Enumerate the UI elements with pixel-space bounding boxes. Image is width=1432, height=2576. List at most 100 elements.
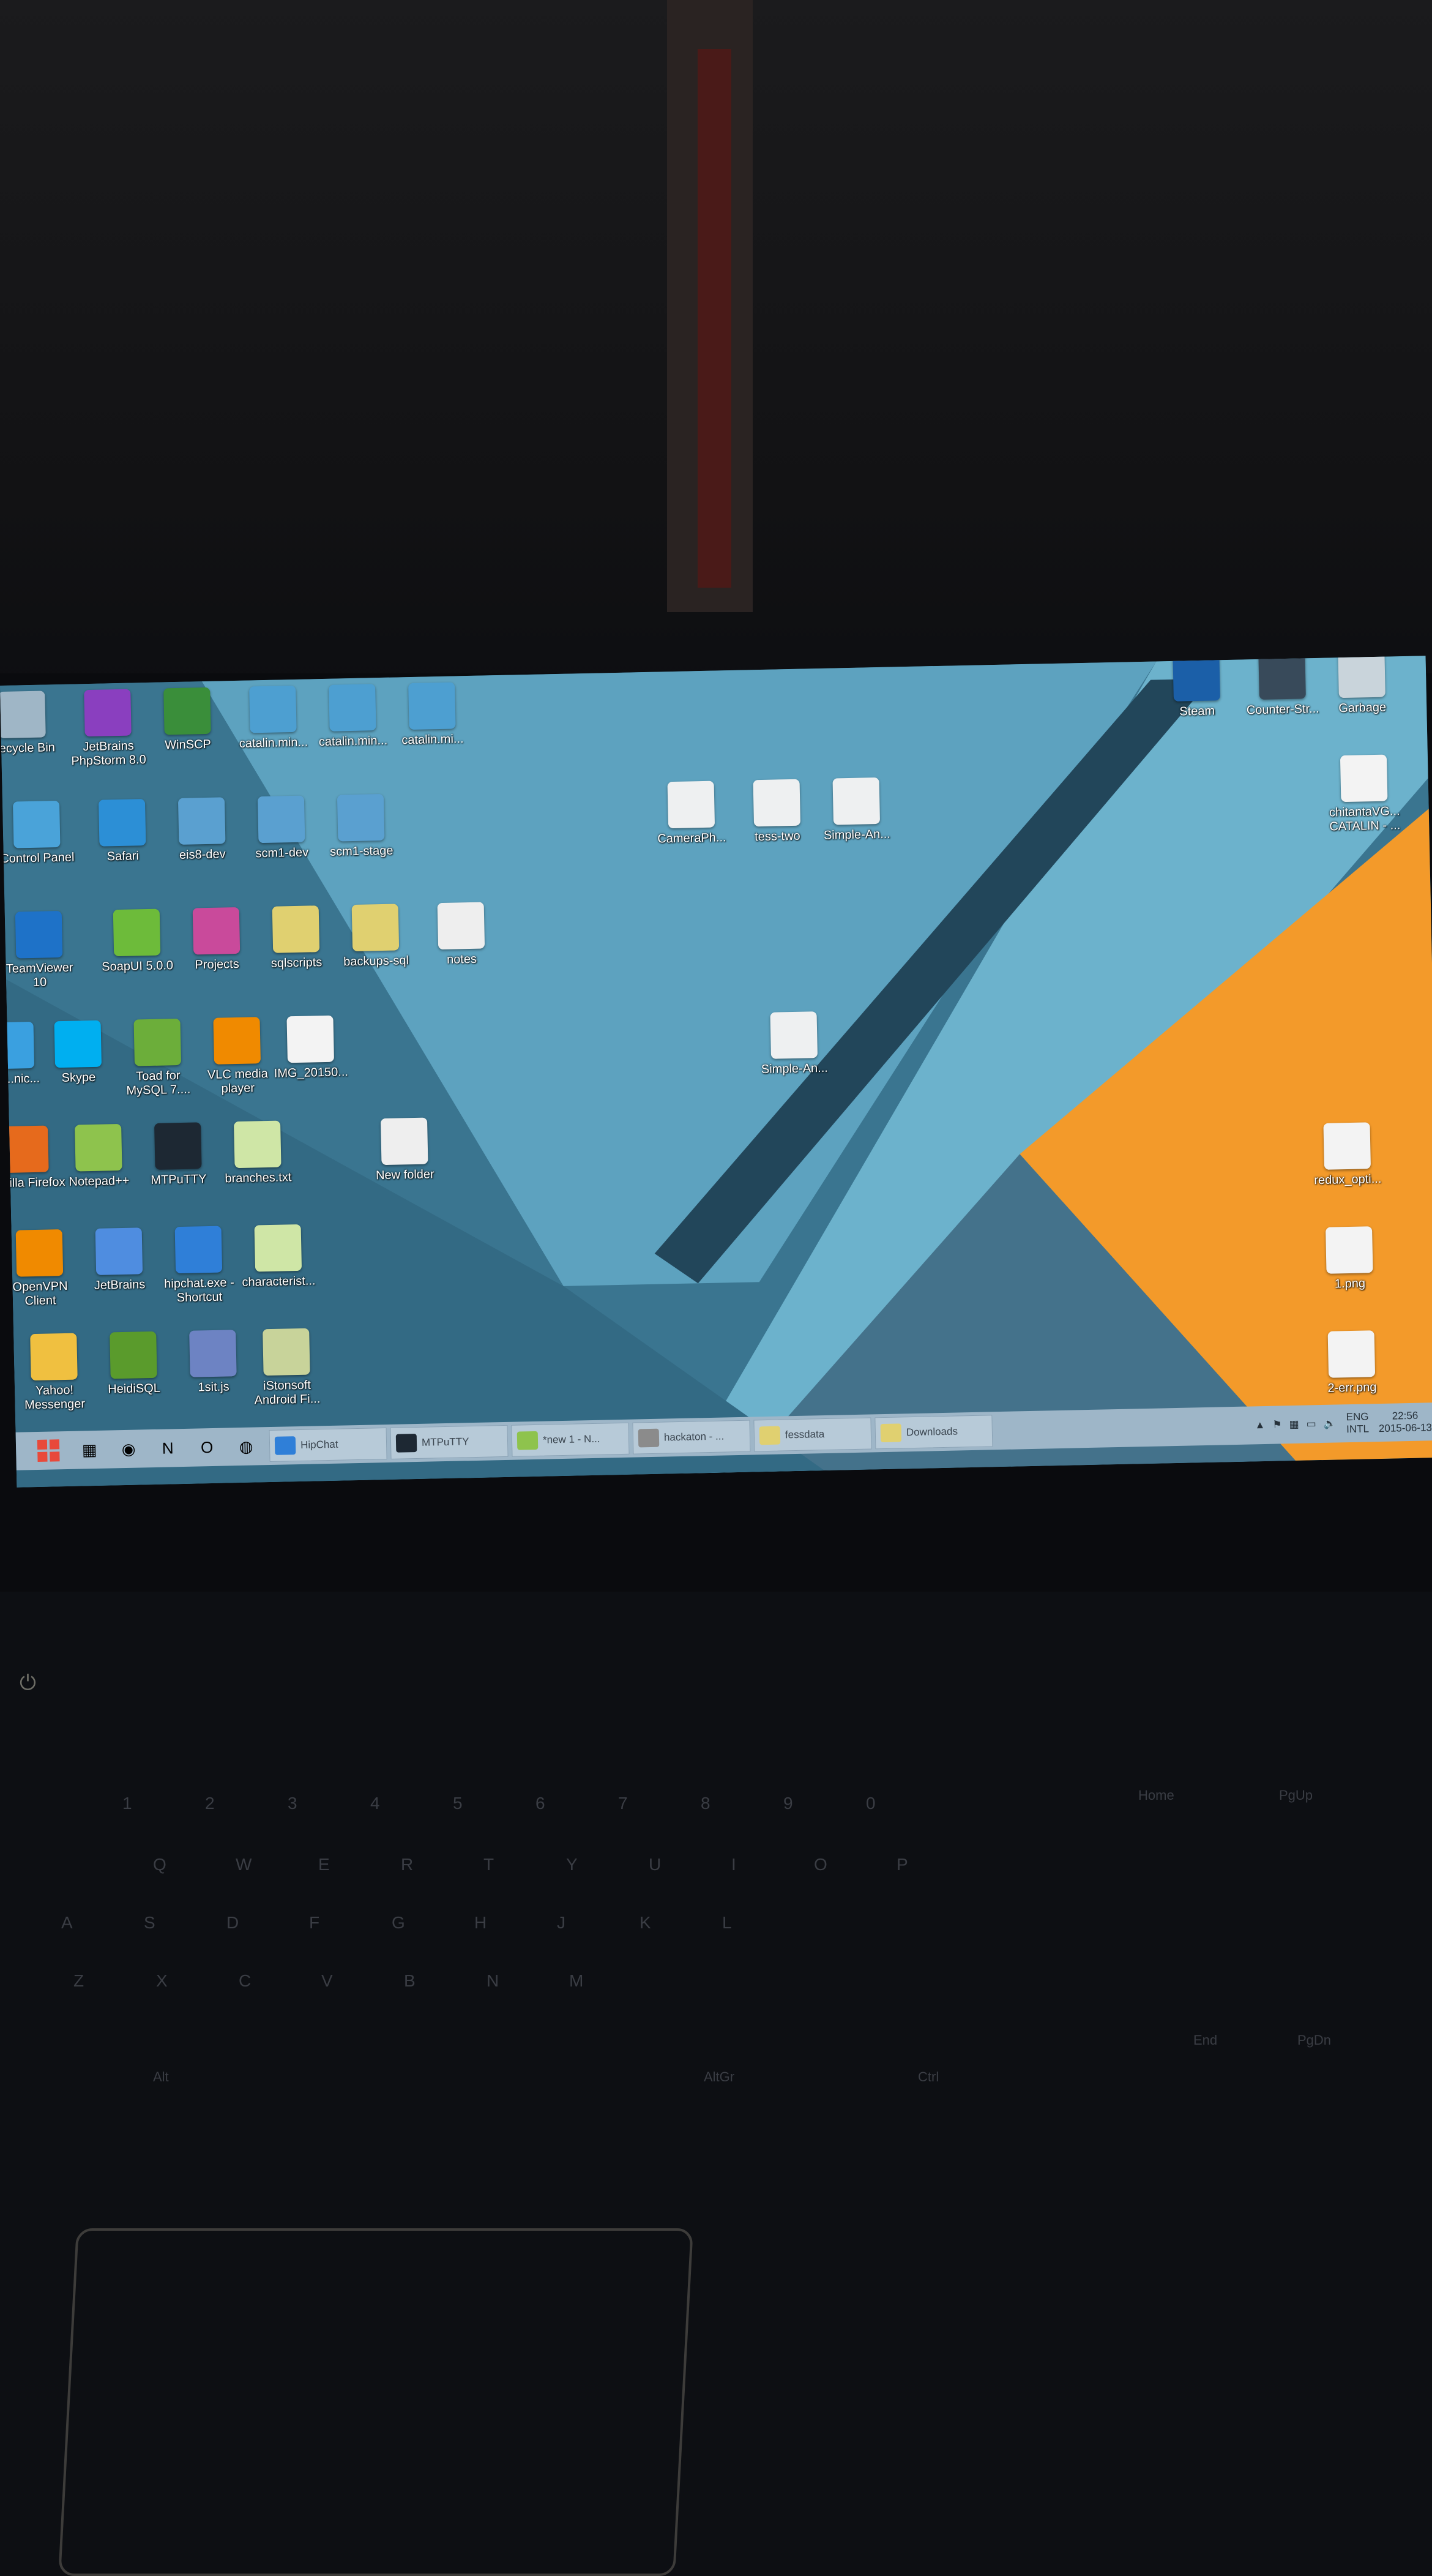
desktop-icon[interactable]: CameraPh...: [651, 781, 732, 847]
desktop-icon[interactable]: Simple-An...: [753, 1011, 834, 1077]
desktop-screen: Recycle Bin JetBrains PhpStorm 8.0 WinSCP c…: [0, 656, 1432, 1488]
task-app-icon: [274, 1436, 296, 1455]
desktop-icon[interactable]: Recycle Bin: [0, 691, 62, 757]
desktop-icon[interactable]: Simple-An...: [816, 777, 897, 843]
desktop-icon[interactable]: catalin.mi...: [392, 682, 472, 748]
desktop-icon[interactable]: Garbage: [1321, 656, 1402, 716]
keyboard-key: Y: [566, 1855, 578, 1874]
onenote-icon[interactable]: N: [148, 1432, 188, 1464]
battery-icon[interactable]: ▭: [1306, 1418, 1316, 1430]
desktop-icon-label: notes: [446, 952, 477, 967]
volume-icon[interactable]: 🔈: [1324, 1418, 1337, 1430]
desktop-icon[interactable]: redux_opti...: [1307, 1122, 1387, 1188]
desktop-icon[interactable]: backups-sql: [335, 904, 416, 970]
desktop-icon[interactable]: 1.png: [1309, 1226, 1390, 1292]
keyboard-key: A: [61, 1913, 73, 1932]
room-background: [0, 0, 1432, 704]
desktop-icon-label: backups-sql: [343, 954, 409, 969]
keyboard-key: W: [236, 1855, 252, 1874]
tray-expand-icon[interactable]: ▲: [1255, 1419, 1265, 1431]
desktop-icon[interactable]: WinSCP: [147, 687, 228, 753]
desktop-icon-label: scm1-dev: [255, 845, 309, 861]
taskbar-task[interactable]: fessdata: [753, 1417, 872, 1452]
desktop-icon[interactable]: sqlscripts: [256, 905, 337, 972]
desktop-icon-label: characterist...: [242, 1274, 316, 1289]
desktop-icon[interactable]: hipchat.exe - Shortcut: [158, 1226, 240, 1306]
desktop-icon-label: tess-two: [754, 829, 800, 844]
desktop-icon[interactable]: eis8-dev: [162, 797, 242, 863]
chrome-icon[interactable]: ◉: [109, 1432, 149, 1465]
taskbar-task-label: *new 1 - N...: [542, 1432, 600, 1446]
desktop-icon[interactable]: HeidiSQL: [93, 1331, 174, 1397]
taskbar-task[interactable]: hackaton - ...: [632, 1420, 751, 1455]
desktop-icon[interactable]: scm1-stage: [321, 793, 401, 859]
desktop-icon[interactable]: 2-err.png: [1311, 1330, 1392, 1396]
language-indicator[interactable]: ENG INTL: [1346, 1410, 1369, 1436]
desktop-icon[interactable]: Safari: [82, 799, 163, 865]
keyboard-key: 4: [370, 1794, 380, 1813]
desktop-icon-label: HeidiSQL: [108, 1381, 161, 1396]
desktop-icon[interactable]: notes: [421, 902, 502, 968]
desktop-icon[interactable]: IMG_20150...: [270, 1015, 351, 1081]
desktop-icon[interactable]: tess-two: [737, 779, 818, 845]
keyboard-key: U: [649, 1855, 662, 1874]
desktop-icon-label: scm1-stage: [329, 844, 393, 859]
desktop-icon-label: catalin.min...: [318, 733, 388, 749]
desktop-icon[interactable]: VLC media player: [196, 1017, 278, 1097]
outlook-icon[interactable]: O: [187, 1431, 227, 1464]
desktop-icon-label: redux_opti...: [1314, 1172, 1382, 1188]
desktop-icon[interactable]: iStonsoft Android Fi...: [246, 1328, 327, 1408]
desktop-icon[interactable]: Toad for MySQL 7....: [117, 1018, 198, 1098]
desktop-icon[interactable]: scm1-dev: [241, 795, 322, 861]
desktop-icon[interactable]: TeamViewer 10: [0, 910, 80, 990]
desktop-icon-label: catalin.min...: [239, 735, 308, 751]
keyboard-key: E: [318, 1855, 330, 1874]
desktop-icon[interactable]: catalin.min...: [233, 685, 313, 751]
desktop-icon[interactable]: Skype: [38, 1020, 119, 1086]
desktop-icon-label: TeamViewer 10: [6, 960, 73, 989]
flag-icon[interactable]: ⚑: [1272, 1418, 1282, 1431]
desktop-icon[interactable]: Control Panel: [0, 800, 77, 866]
desktop-icon-label: SoapUI 5.0.0: [102, 959, 174, 974]
file-explorer-icon[interactable]: ▦: [70, 1434, 110, 1466]
desktop-icon[interactable]: Mozilla Firefox: [0, 1125, 65, 1191]
desktop-icon[interactable]: Counter-Str...: [1242, 656, 1322, 717]
desktop-icon[interactable]: Yahoo! Messenger: [13, 1333, 95, 1413]
desktop-icon[interactable]: JetBrains: [79, 1227, 160, 1294]
desktop-icon[interactable]: Projects: [176, 907, 257, 973]
desktop-icon[interactable]: MTPuTTY: [138, 1122, 218, 1188]
desktop-icon[interactable]: characterist...: [238, 1224, 319, 1290]
taskbar-task[interactable]: HipChat: [269, 1428, 387, 1462]
desktop-icon-label: Yahoo! Messenger: [24, 1383, 86, 1412]
desktop-icon-label: chitantaVG... CATALIN - ...: [1329, 804, 1401, 834]
firefox-icon[interactable]: ◍: [226, 1430, 266, 1462]
desktop-icon[interactable]: catalin.min...: [312, 684, 393, 750]
network-icon[interactable]: ▦: [1289, 1418, 1299, 1431]
taskbar-task[interactable]: *new 1 - N...: [511, 1422, 630, 1457]
keyboard-key: C: [239, 1971, 252, 1990]
keyboard-key: 3: [288, 1794, 297, 1813]
keyboard-key: V: [321, 1971, 333, 1990]
clock[interactable]: 22:56 2015-06-13: [1378, 1409, 1432, 1435]
desktop-icon-label: catalin.mi...: [401, 732, 464, 747]
desktop-icon[interactable]: SoapUI 5.0.0: [97, 908, 177, 975]
desktop-icon[interactable]: 1sit.js: [173, 1330, 253, 1396]
desktop-icon[interactable]: Steam: [1156, 656, 1237, 719]
task-app-icon: [880, 1423, 902, 1443]
desktop-icon[interactable]: New folder: [364, 1117, 445, 1183]
start-button[interactable]: [27, 1434, 70, 1467]
desktop-icon[interactable]: JetBrains PhpStorm 8.0: [67, 689, 149, 769]
taskbar-task[interactable]: Downloads: [874, 1415, 993, 1450]
desktop-icon-label: WinSCP: [165, 737, 212, 752]
keyboard-key: J: [557, 1913, 565, 1932]
desktop-icon[interactable]: Notepad++: [58, 1123, 139, 1189]
desktop-icon[interactable]: branches.txt: [217, 1120, 298, 1186]
desktop-icon-label: Skype: [61, 1070, 96, 1085]
keyboard-key: 9: [783, 1794, 793, 1813]
keyboard-key: Z: [73, 1971, 84, 1990]
desktop-icon[interactable]: chitantaVG... CATALIN - ...: [1324, 754, 1405, 834]
taskbar-task[interactable]: MTPuTTY: [390, 1425, 509, 1459]
folder-icon: [351, 904, 400, 952]
file-icon: [1323, 1122, 1371, 1170]
keyboard-key: I: [731, 1855, 736, 1874]
